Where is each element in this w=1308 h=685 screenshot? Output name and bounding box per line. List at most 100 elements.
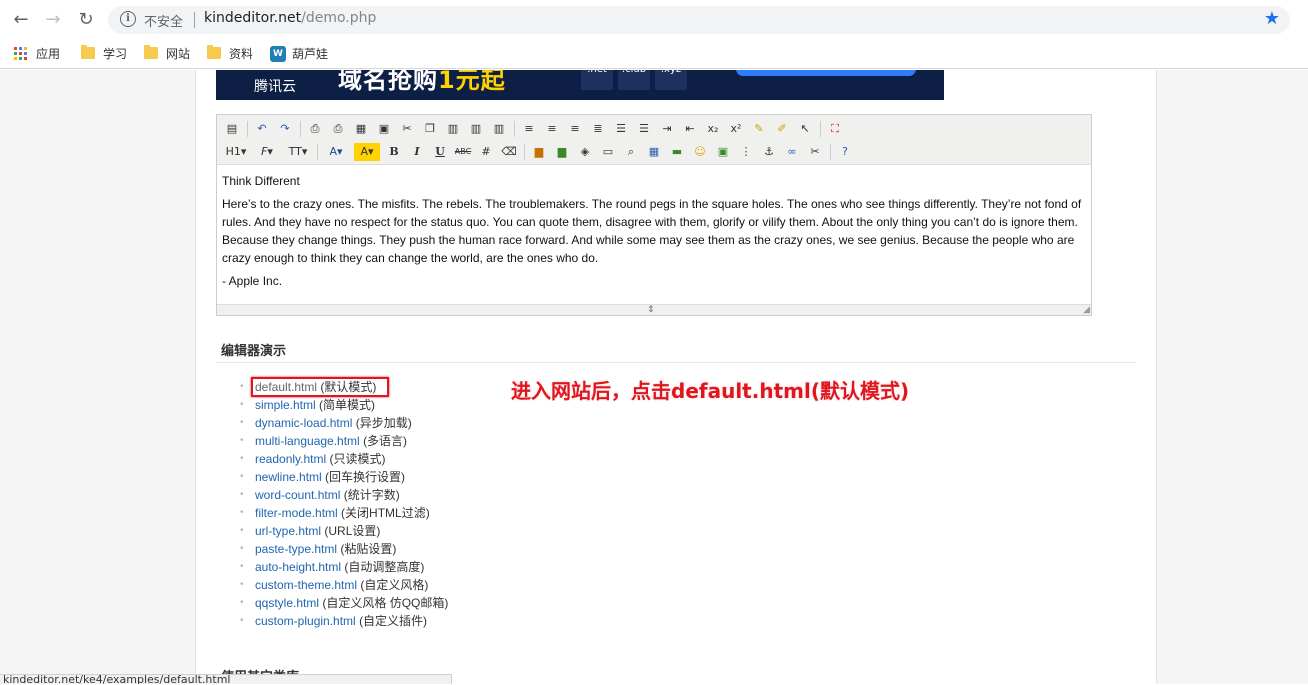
clear-format-icon[interactable]: ✎ bbox=[750, 120, 768, 138]
help-icon[interactable]: ? bbox=[836, 143, 854, 161]
demo-link-qqstyle[interactable]: qqstyle.html bbox=[255, 596, 319, 610]
ad-button[interactable] bbox=[736, 70, 916, 76]
site-icon: W bbox=[270, 46, 286, 62]
demo-link-paste-type[interactable]: paste-type.html bbox=[255, 542, 337, 556]
demo-link-custom-plugin[interactable]: custom-plugin.html bbox=[255, 614, 356, 628]
subscript-icon[interactable]: x₂ bbox=[704, 120, 722, 138]
emoticon-icon[interactable]: ☺ bbox=[691, 143, 709, 161]
print-icon[interactable]: ⎙ bbox=[329, 120, 347, 138]
list-item: auto-height.html (自动调整高度) bbox=[240, 558, 448, 576]
paste-plain-icon[interactable]: ▥ bbox=[467, 120, 485, 138]
anchor-icon[interactable]: ⚓ bbox=[760, 143, 778, 161]
hr-icon[interactable]: ▬ bbox=[668, 143, 686, 161]
pagebreak-icon[interactable]: ⋮ bbox=[737, 143, 755, 161]
multi-image-icon[interactable]: ▆ bbox=[553, 143, 571, 161]
highlight-box bbox=[251, 377, 389, 397]
info-icon[interactable]: i bbox=[120, 11, 136, 27]
quick-format-icon[interactable]: ✐ bbox=[773, 120, 791, 138]
editor-content[interactable]: Think Different Here’s to the crazy ones… bbox=[217, 166, 1091, 304]
outdent-icon[interactable]: ⇤ bbox=[681, 120, 699, 138]
heading-dropdown[interactable]: H1▾ bbox=[223, 143, 249, 161]
line-height-icon[interactable]: # bbox=[477, 143, 495, 161]
select-all-icon[interactable]: ↖ bbox=[796, 120, 814, 138]
underline-icon[interactable]: U bbox=[431, 143, 449, 161]
link-icon[interactable]: ∞ bbox=[783, 143, 801, 161]
highlight-color-icon[interactable]: A▾ bbox=[354, 143, 380, 161]
font-size-dropdown[interactable]: TT▾ bbox=[285, 143, 311, 161]
fullscreen-icon[interactable]: ⛶ bbox=[826, 120, 844, 138]
back-button[interactable]: ← bbox=[10, 9, 32, 31]
undo-icon[interactable]: ↶ bbox=[253, 120, 271, 138]
resize-handle-icon[interactable]: ⇕ bbox=[647, 305, 655, 315]
bookmark-study[interactable]: 学习 bbox=[81, 45, 127, 63]
paste-word-icon[interactable]: ▥ bbox=[490, 120, 508, 138]
copy-icon[interactable]: ❐ bbox=[421, 120, 439, 138]
source-icon[interactable]: ▤ bbox=[223, 120, 241, 138]
star-icon[interactable]: ★ bbox=[1264, 8, 1280, 29]
unordered-list-icon[interactable]: ☰ bbox=[635, 120, 653, 138]
font-color-icon[interactable]: A▾ bbox=[323, 143, 349, 161]
flash-icon[interactable]: ◈ bbox=[576, 143, 594, 161]
address-bar[interactable]: i 不安全 kindeditor.net/demo.php ★ bbox=[108, 6, 1290, 34]
indent-icon[interactable]: ⇥ bbox=[658, 120, 676, 138]
font-family-dropdown[interactable]: F▾ bbox=[254, 143, 280, 161]
demo-link-multi-language[interactable]: multi-language.html bbox=[255, 434, 360, 448]
bookmark-apps[interactable]: 应用 bbox=[14, 45, 60, 63]
list-item: newline.html (回车换行设置) bbox=[240, 468, 448, 486]
reload-button[interactable]: ↻ bbox=[75, 9, 97, 31]
media-icon[interactable]: ▭ bbox=[599, 143, 617, 161]
demo-link-newline[interactable]: newline.html bbox=[255, 470, 322, 484]
divider bbox=[216, 362, 1136, 363]
table-icon[interactable]: ▦ bbox=[645, 143, 663, 161]
demo-link-url-type[interactable]: url-type.html bbox=[255, 524, 321, 538]
bookmark-sites[interactable]: 网站 bbox=[144, 45, 190, 63]
align-right-icon[interactable]: ≡ bbox=[566, 120, 584, 138]
demo-link-simple[interactable]: simple.html bbox=[255, 398, 316, 412]
preview-icon[interactable]: ⎙ bbox=[306, 120, 324, 138]
demo-link-word-count[interactable]: word-count.html bbox=[255, 488, 340, 502]
redo-icon[interactable]: ↷ bbox=[276, 120, 294, 138]
resize-corner-icon[interactable]: ◢ bbox=[1083, 306, 1090, 315]
superscript-icon[interactable]: x² bbox=[727, 120, 745, 138]
ordered-list-icon[interactable]: ☰ bbox=[612, 120, 630, 138]
list-item: filter-mode.html (关闭HTML过滤) bbox=[240, 504, 448, 522]
folder-icon bbox=[207, 45, 221, 59]
attachment-icon[interactable]: ⌕ bbox=[622, 143, 640, 161]
bookmark-huluwa[interactable]: W 葫芦娃 bbox=[270, 45, 328, 63]
editor-toolbar: ▤ ↶ ↷ ⎙ ⎙ ▦ ▣ ✂ ❐ ▥ ▥ ▥ ≡ ≡ ≡ ≣ ☰ ☰ ⇥ ⇤ … bbox=[217, 115, 1091, 165]
demo-link-custom-theme[interactable]: custom-theme.html bbox=[255, 578, 357, 592]
demo-link-readonly[interactable]: readonly.html bbox=[255, 452, 326, 466]
list-item: qqstyle.html (自定义风格 仿QQ邮箱) bbox=[240, 594, 448, 612]
bookmarks-bar: 应用 学习 网站 资料 W 葫芦娃 bbox=[0, 40, 1308, 69]
paste-icon[interactable]: ▥ bbox=[444, 120, 462, 138]
list-item: dynamic-load.html (异步加载) bbox=[240, 414, 448, 432]
bold-icon[interactable]: B bbox=[385, 143, 403, 161]
forward-button[interactable]: → bbox=[42, 9, 64, 31]
folder-icon bbox=[144, 45, 158, 59]
image-icon[interactable]: ▆ bbox=[530, 143, 548, 161]
strikethrough-icon[interactable]: ABC bbox=[454, 143, 472, 161]
bookmark-materials[interactable]: 资料 bbox=[207, 45, 253, 63]
main-content: 腾讯云 域名抢购1元起 .net .club .xyz ▤ ↶ ↷ ⎙ ⎙ ▦ … bbox=[195, 70, 1157, 685]
align-left-icon[interactable]: ≡ bbox=[520, 120, 538, 138]
code-icon[interactable]: ▣ bbox=[375, 120, 393, 138]
baidumap-icon[interactable]: ▣ bbox=[714, 143, 732, 161]
demo-link-dynamic-load[interactable]: dynamic-load.html bbox=[255, 416, 352, 430]
remove-format-icon[interactable]: ⌫ bbox=[500, 143, 518, 161]
bookmark-label: 网站 bbox=[166, 47, 191, 61]
security-label[interactable]: 不安全 bbox=[144, 11, 183, 30]
demo-link-filter-mode[interactable]: filter-mode.html bbox=[255, 506, 338, 520]
page-background: 腾讯云 域名抢购1元起 .net .club .xyz ▤ ↶ ↷ ⎙ ⎙ ▦ … bbox=[0, 70, 1308, 685]
demo-link-auto-height[interactable]: auto-height.html bbox=[255, 560, 341, 574]
template-icon[interactable]: ▦ bbox=[352, 120, 370, 138]
cut-icon[interactable]: ✂ bbox=[398, 120, 416, 138]
justify-icon[interactable]: ≣ bbox=[589, 120, 607, 138]
italic-icon[interactable]: I bbox=[408, 143, 426, 161]
url-text[interactable]: kindeditor.net/demo.php bbox=[204, 10, 376, 26]
ad-banner[interactable]: 腾讯云 域名抢购1元起 .net .club .xyz bbox=[216, 70, 944, 100]
annotation-text: 进入网站后，点击default.html(默认模式) bbox=[511, 379, 910, 403]
editor-statusbar: ⇕ ◢ bbox=[217, 304, 1091, 315]
list-item: multi-language.html (多语言) bbox=[240, 432, 448, 450]
align-center-icon[interactable]: ≡ bbox=[543, 120, 561, 138]
unlink-icon[interactable]: ✂ bbox=[806, 143, 824, 161]
